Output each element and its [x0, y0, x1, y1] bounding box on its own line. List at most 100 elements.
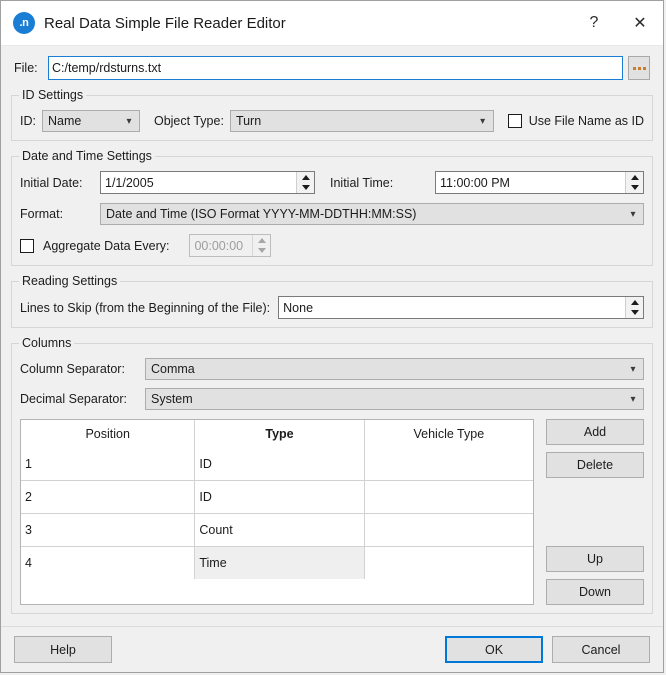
file-path-input[interactable] — [48, 56, 623, 80]
group-id-settings: ID Settings ID: Name ▾ Object Type: Turn… — [11, 88, 653, 141]
column-header-vehicle-type[interactable]: Vehicle Type — [364, 420, 533, 448]
initial-date-label: Initial Date: — [20, 175, 83, 190]
table-row[interactable]: 3 Count — [21, 513, 533, 547]
table-row[interactable]: 1 ID — [21, 448, 533, 481]
column-separator-select[interactable]: Comma ▾ — [145, 358, 644, 380]
aggregate-interval-value: 00:00:00 — [194, 238, 244, 253]
cell-position[interactable]: 3 — [21, 513, 196, 547]
dialog-window: .n Real Data Simple File Reader Editor ?… — [0, 0, 664, 673]
stepper-down-icon[interactable] — [626, 183, 643, 194]
cell-type[interactable]: Count — [194, 513, 365, 547]
file-row: File: — [11, 56, 653, 80]
column-header-type[interactable]: Type — [194, 420, 365, 448]
group-title-columns: Columns — [19, 336, 75, 350]
ok-button[interactable]: OK — [445, 636, 543, 663]
browse-button[interactable] — [628, 56, 650, 80]
lines-to-skip-spinbox[interactable]: None — [278, 296, 644, 319]
group-title-id-settings: ID Settings — [19, 88, 87, 102]
column-header-position[interactable]: Position — [21, 420, 196, 448]
aggregate-data-label: Aggregate Data Every: — [43, 238, 170, 253]
object-type-select[interactable]: Turn ▾ — [229, 110, 494, 132]
aggregate-data-checkbox[interactable] — [20, 238, 34, 253]
initial-date-stepper[interactable] — [296, 172, 314, 193]
cell-type[interactable]: ID — [194, 480, 365, 514]
use-file-name-as-id-label: Use File Name as ID — [528, 114, 644, 128]
cell-vehicle-type[interactable] — [364, 546, 533, 579]
initial-time-spinbox[interactable]: 11:00:00 PM — [435, 171, 644, 194]
table-row[interactable]: 2 ID — [21, 480, 533, 514]
stepper-down-icon[interactable] — [297, 183, 314, 194]
browse-dot-3 — [642, 66, 646, 70]
dialog-body: File: ID Settings ID: Name ▾ Object Type… — [1, 46, 663, 626]
move-down-button[interactable]: Down — [546, 579, 644, 605]
cell-vehicle-type[interactable] — [364, 513, 533, 547]
chevron-down-icon: ▾ — [630, 363, 636, 375]
id-select-value: Name — [47, 114, 82, 128]
decimal-separator-label: Decimal Separator: — [20, 392, 127, 406]
close-icon[interactable]: ✕ — [617, 1, 663, 45]
help-button[interactable]: ? — [571, 1, 617, 45]
column-separator-value: Comma — [151, 362, 195, 376]
aggregate-interval-spinbox: 00:00:00 — [189, 234, 272, 257]
columns-grid[interactable]: Position Type Vehicle Type 1 ID 2 ID 3 C… — [20, 419, 534, 605]
group-title-date-time-settings: Date and Time Settings — [19, 149, 155, 163]
format-row: Format: Date and Time (ISO Format YYYY-M… — [20, 203, 644, 225]
stepper-up-icon — [253, 235, 270, 246]
add-button[interactable]: Add — [546, 419, 644, 445]
table-header-row: Position Type Vehicle Type — [21, 420, 533, 448]
use-file-name-as-id-checkbox[interactable] — [507, 114, 522, 128]
initial-time-label: Initial Time: — [330, 175, 394, 190]
aggregate-row: Aggregate Data Every: 00:00:00 — [20, 234, 644, 257]
cell-vehicle-type[interactable] — [364, 480, 533, 514]
cell-position[interactable]: 2 — [21, 480, 196, 514]
chevron-down-icon: ▾ — [126, 115, 132, 127]
id-select[interactable]: Name ▾ — [41, 110, 140, 132]
chevron-down-icon: ▾ — [630, 393, 636, 405]
lines-to-skip-value[interactable]: None — [279, 297, 625, 318]
help-button-footer[interactable]: Help — [14, 636, 112, 663]
stepper-up-icon[interactable] — [297, 172, 314, 183]
column-separator-row: Column Separator: Comma ▾ — [20, 358, 644, 380]
initial-time-stepper[interactable] — [625, 172, 643, 193]
decimal-separator-row: Decimal Separator: System ▾ — [20, 388, 644, 410]
id-label: ID: — [20, 114, 36, 128]
initial-time-value[interactable]: 11:00:00 PM — [436, 172, 625, 193]
columns-table: Position Type Vehicle Type 1 ID 2 ID 3 C… — [21, 420, 533, 579]
table-row[interactable]: 4 Time — [21, 546, 533, 579]
decimal-separator-value: System — [151, 392, 193, 406]
cell-position[interactable]: 1 — [21, 448, 196, 481]
group-columns: Columns Column Separator: Comma ▾ Decima… — [11, 336, 653, 614]
group-title-reading-settings: Reading Settings — [19, 274, 121, 288]
object-type-select-value: Turn — [235, 114, 262, 128]
initial-date-spinbox[interactable]: 1/1/2005 — [100, 171, 315, 194]
group-reading-settings: Reading Settings Lines to Skip (from the… — [11, 274, 653, 328]
cell-type[interactable]: Time — [194, 546, 365, 579]
title-bar: .n Real Data Simple File Reader Editor ?… — [1, 1, 663, 46]
decimal-separator-select[interactable]: System ▾ — [145, 388, 644, 410]
browse-dot-2 — [637, 66, 641, 70]
file-label: File: — [14, 61, 38, 75]
id-settings-row: ID: Name ▾ Object Type: Turn ▾ Use File … — [20, 110, 644, 132]
cell-type[interactable]: ID — [194, 448, 365, 481]
delete-button[interactable]: Delete — [546, 452, 644, 478]
window-title: Real Data Simple File Reader Editor — [44, 14, 286, 32]
column-separator-label: Column Separator: — [20, 362, 125, 376]
move-up-button[interactable]: Up — [546, 546, 644, 572]
initial-date-time-row: Initial Date: 1/1/2005 Initial Time: 11:… — [20, 171, 644, 194]
stepper-down-icon[interactable] — [626, 308, 643, 319]
cancel-button[interactable]: Cancel — [552, 636, 650, 663]
stepper-up-icon[interactable] — [626, 297, 643, 308]
dialog-footer: Help OK Cancel — [1, 626, 663, 672]
object-type-label: Object Type: — [153, 114, 224, 128]
lines-to-skip-label: Lines to Skip (from the Beginning of the… — [20, 300, 271, 315]
app-icon: .n — [13, 12, 35, 34]
stepper-up-icon[interactable] — [626, 172, 643, 183]
lines-to-skip-stepper[interactable] — [625, 297, 643, 318]
chevron-down-icon: ▾ — [480, 115, 486, 127]
cell-position[interactable]: 4 — [21, 546, 196, 579]
lines-to-skip-row: Lines to Skip (from the Beginning of the… — [20, 296, 644, 319]
initial-date-value[interactable]: 1/1/2005 — [101, 172, 296, 193]
cell-vehicle-type[interactable] — [364, 448, 533, 481]
format-select[interactable]: Date and Time (ISO Format YYYY-MM-DDTHH:… — [100, 203, 644, 225]
